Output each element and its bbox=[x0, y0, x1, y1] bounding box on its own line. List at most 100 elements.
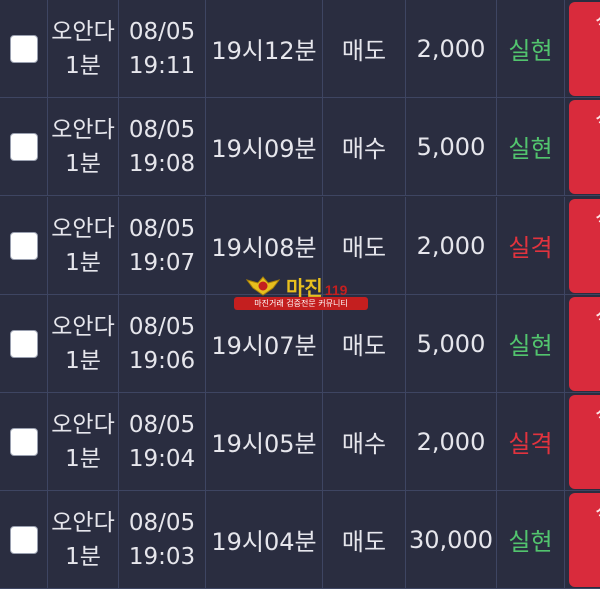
table-row: 오안다 1분 08/05 19:11 19시12분 매도 2,000 실현 삭제 bbox=[0, 0, 600, 98]
order-datetime-cell: 08/05 19:07 bbox=[118, 197, 205, 295]
select-cell bbox=[0, 0, 47, 98]
product-name: 오안다 bbox=[51, 411, 115, 438]
result-cell: 실격 bbox=[496, 197, 564, 295]
product-cell: 오안다 1분 bbox=[47, 0, 118, 98]
product-period: 1분 bbox=[65, 445, 101, 472]
trade-amount: 5,000 bbox=[416, 329, 486, 358]
amount-cell: 2,000 bbox=[405, 0, 496, 98]
action-cell: 삭제 bbox=[564, 393, 600, 491]
row-checkbox[interactable] bbox=[9, 231, 38, 260]
product-name: 오안다 bbox=[51, 313, 115, 340]
trade-result: 실현 bbox=[508, 135, 553, 163]
order-datetime-cell: 08/05 19:06 bbox=[118, 295, 205, 393]
trade-type: 매수 bbox=[341, 430, 387, 458]
round-cell: 19시05분 bbox=[205, 393, 322, 491]
trade-amount: 2,000 bbox=[416, 231, 486, 260]
order-datetime-cell: 08/05 19:04 bbox=[118, 393, 205, 491]
product-period: 1분 bbox=[65, 543, 101, 570]
delete-button[interactable]: 삭제 bbox=[569, 2, 600, 96]
round-cell: 19시04분 bbox=[205, 491, 322, 589]
order-date: 08/05 bbox=[128, 313, 196, 340]
table-row: 오안다 1분 08/05 19:03 19시04분 매도 30,000 실현 삭제 bbox=[0, 491, 600, 589]
order-date: 08/05 bbox=[128, 215, 196, 242]
product-period: 1분 bbox=[65, 52, 101, 79]
delete-button[interactable]: 삭제 bbox=[569, 100, 600, 194]
round-time: 19시07분 bbox=[211, 332, 317, 360]
result-cell: 실현 bbox=[496, 98, 564, 196]
product-name: 오안다 bbox=[51, 18, 115, 45]
delete-button[interactable]: 삭제 bbox=[569, 199, 600, 293]
eagle-emblem-icon bbox=[246, 276, 280, 296]
trade-type: 매도 bbox=[341, 528, 387, 556]
trade-type: 매도 bbox=[341, 37, 387, 65]
trade-amount: 5,000 bbox=[416, 132, 486, 161]
row-checkbox[interactable] bbox=[9, 525, 38, 554]
product-period: 1분 bbox=[65, 347, 101, 374]
product-cell: 오안다 1분 bbox=[47, 295, 118, 393]
product-cell: 오안다 1분 bbox=[47, 98, 118, 196]
product-name: 오안다 bbox=[51, 215, 115, 242]
order-datetime-cell: 08/05 19:08 bbox=[118, 98, 205, 196]
row-checkbox[interactable] bbox=[9, 34, 38, 63]
product-cell: 오안다 1분 bbox=[47, 491, 118, 589]
delete-button[interactable]: 삭제 bbox=[569, 297, 600, 391]
delete-button[interactable]: 삭제 bbox=[569, 493, 600, 587]
type-cell: 매수 bbox=[322, 98, 405, 196]
row-checkbox[interactable] bbox=[9, 132, 38, 161]
product-cell: 오안다 1분 bbox=[47, 197, 118, 295]
result-cell: 실현 bbox=[496, 0, 564, 98]
action-cell: 삭제 bbox=[564, 0, 600, 98]
table-row: 오안다 1분 08/05 19:04 19시05분 매수 2,000 실격 삭제 bbox=[0, 393, 600, 491]
round-time: 19시05분 bbox=[211, 430, 317, 458]
type-cell: 매수 bbox=[322, 393, 405, 491]
order-date: 08/05 bbox=[128, 411, 196, 438]
select-cell bbox=[0, 491, 47, 589]
trade-amount: 2,000 bbox=[416, 34, 486, 63]
select-cell bbox=[0, 197, 47, 295]
product-name: 오안다 bbox=[51, 116, 115, 143]
trade-result: 실현 bbox=[508, 528, 553, 556]
round-time: 19시04분 bbox=[211, 528, 317, 556]
action-cell: 삭제 bbox=[564, 98, 600, 196]
result-cell: 실현 bbox=[496, 491, 564, 589]
trade-amount: 30,000 bbox=[409, 525, 493, 554]
delete-button[interactable]: 삭제 bbox=[569, 395, 600, 489]
round-cell: 19시09분 bbox=[205, 98, 322, 196]
product-name: 오안다 bbox=[51, 509, 115, 536]
trade-result: 실격 bbox=[508, 430, 553, 458]
order-datetime-cell: 08/05 19:11 bbox=[118, 0, 205, 98]
amount-cell: 2,000 bbox=[405, 393, 496, 491]
amount-cell: 2,000 bbox=[405, 197, 496, 295]
trade-type: 매도 bbox=[341, 234, 387, 262]
product-cell: 오안다 1분 bbox=[47, 393, 118, 491]
amount-cell: 30,000 bbox=[405, 491, 496, 589]
select-cell bbox=[0, 393, 47, 491]
trade-result: 실현 bbox=[508, 37, 553, 65]
trade-result: 실격 bbox=[508, 234, 553, 262]
product-period: 1분 bbox=[65, 249, 101, 276]
order-time: 19:07 bbox=[128, 249, 196, 276]
type-cell: 매도 bbox=[322, 491, 405, 589]
order-time: 19:08 bbox=[128, 150, 196, 177]
order-time: 19:11 bbox=[128, 52, 196, 79]
watermark-suffix: 119 bbox=[324, 282, 348, 298]
watermark-subtitle: 마진거래 검증전문 커뮤니티 bbox=[234, 297, 368, 310]
result-cell: 실현 bbox=[496, 295, 564, 393]
order-date: 08/05 bbox=[128, 116, 196, 143]
watermark-logo: 마진 119 마진거래 검증전문 커뮤니티 bbox=[234, 272, 368, 312]
trade-result: 실현 bbox=[508, 332, 553, 360]
trade-type: 매도 bbox=[341, 332, 387, 360]
order-time: 19:04 bbox=[128, 445, 196, 472]
product-period: 1분 bbox=[65, 150, 101, 177]
row-checkbox[interactable] bbox=[9, 427, 38, 456]
amount-cell: 5,000 bbox=[405, 98, 496, 196]
round-time: 19시12분 bbox=[211, 37, 317, 65]
action-cell: 삭제 bbox=[564, 491, 600, 589]
order-time: 19:06 bbox=[128, 347, 196, 374]
type-cell: 매도 bbox=[322, 0, 405, 98]
round-time: 19시09분 bbox=[211, 135, 317, 163]
action-cell: 삭제 bbox=[564, 197, 600, 295]
amount-cell: 5,000 bbox=[405, 295, 496, 393]
order-datetime-cell: 08/05 19:03 bbox=[118, 491, 205, 589]
row-checkbox[interactable] bbox=[9, 329, 38, 358]
